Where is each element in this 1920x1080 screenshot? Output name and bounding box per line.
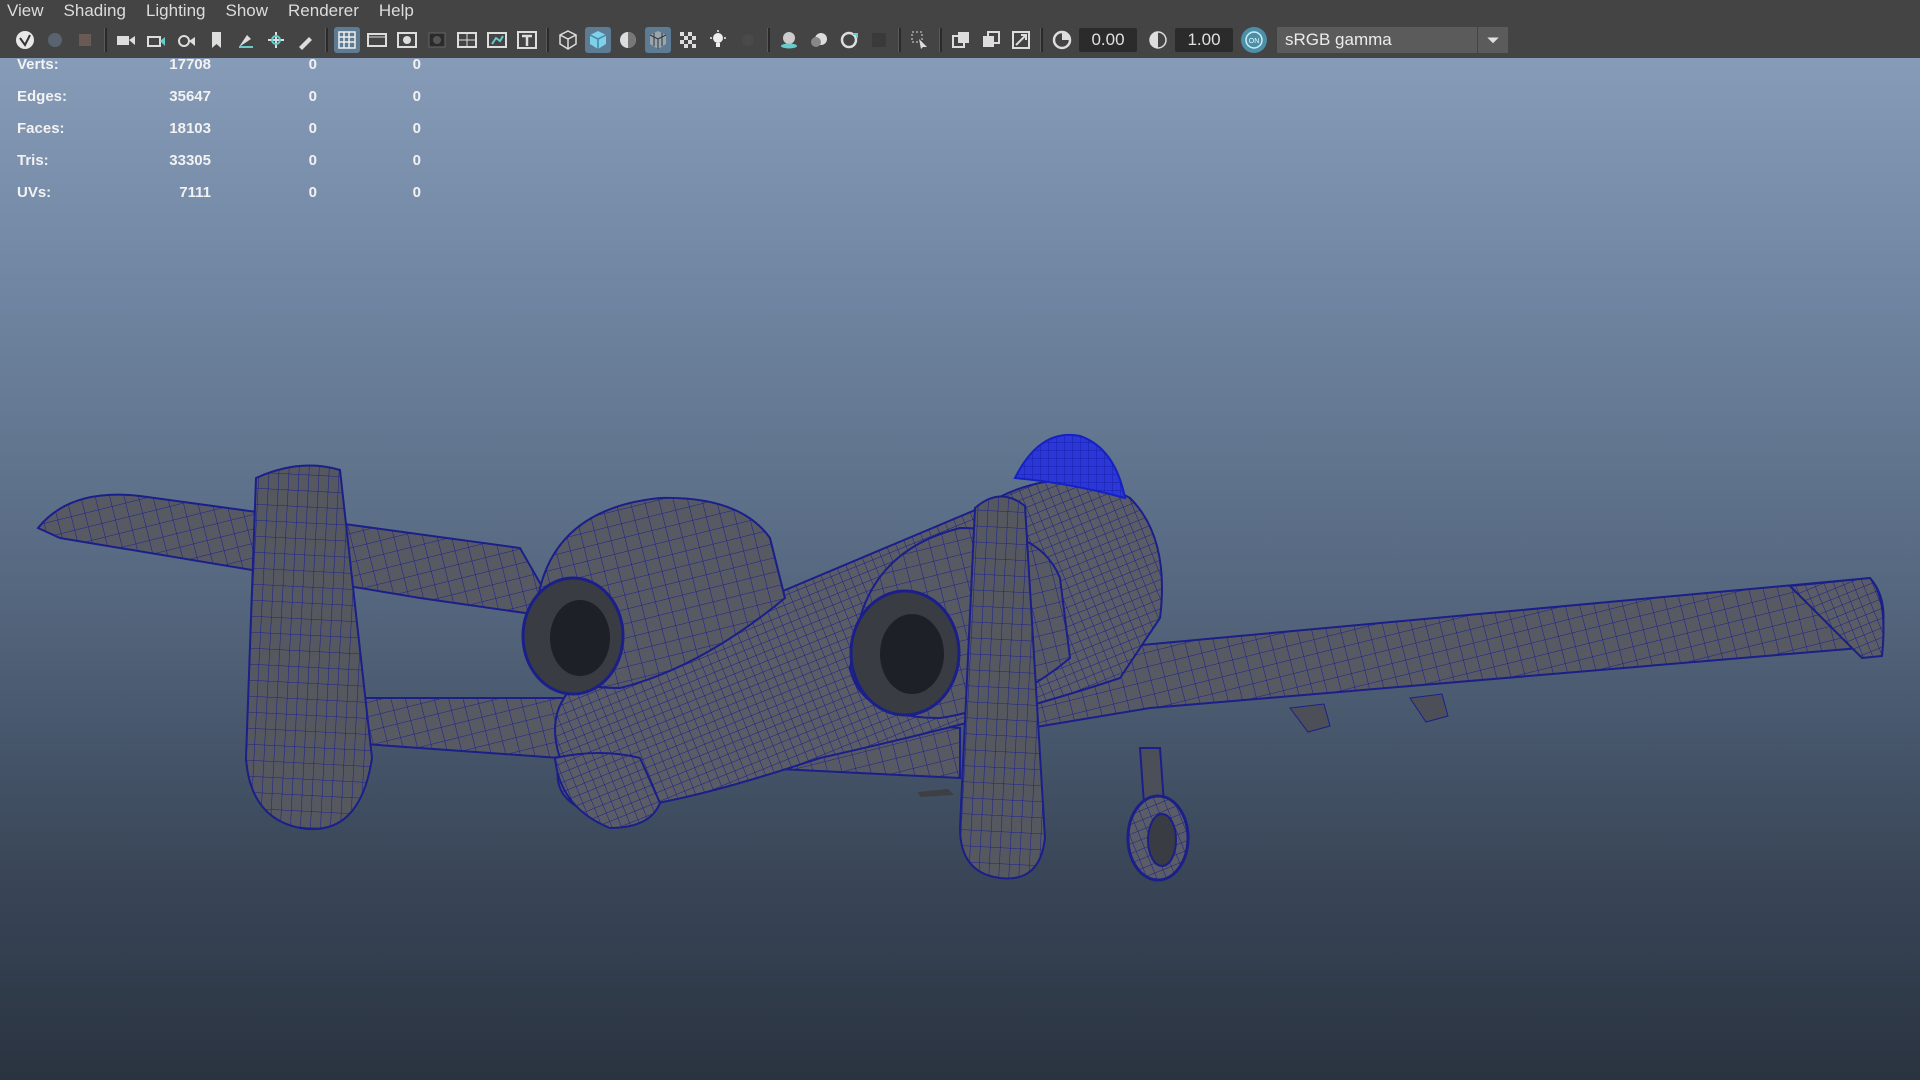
- lights-icon[interactable]: [705, 27, 731, 53]
- xray-active-icon[interactable]: [978, 27, 1004, 53]
- camera-lock-icon[interactable]: [173, 27, 199, 53]
- motion-blur-icon[interactable]: [806, 27, 832, 53]
- camera-icon[interactable]: [143, 27, 169, 53]
- safe-action-icon[interactable]: [484, 27, 510, 53]
- toolbar-separator: [546, 28, 549, 52]
- safe-title-icon[interactable]: [514, 27, 540, 53]
- bookmark-icon[interactable]: [72, 27, 98, 53]
- chevron-down-icon[interactable]: [1477, 27, 1508, 53]
- svg-text:ON: ON: [1249, 38, 1260, 45]
- gate-mask-icon[interactable]: [424, 27, 450, 53]
- toolbar-separator: [104, 28, 107, 52]
- exposure-icon[interactable]: [1049, 27, 1075, 53]
- menu-view[interactable]: View: [0, 1, 57, 21]
- ambient-occlusion-icon[interactable]: [776, 27, 802, 53]
- toolbar-separator: [767, 28, 770, 52]
- xray-joints-icon[interactable]: [948, 27, 974, 53]
- image-plane-icon[interactable]: [113, 27, 139, 53]
- menu-help[interactable]: Help: [372, 1, 427, 21]
- field-chart-icon[interactable]: [454, 27, 480, 53]
- resolution-gate-icon[interactable]: [394, 27, 420, 53]
- depth-of-field-icon[interactable]: [866, 27, 892, 53]
- menu-lighting[interactable]: Lighting: [139, 1, 219, 21]
- left-vertical-tail: [244, 464, 374, 831]
- menu-renderer[interactable]: Renderer: [281, 1, 372, 21]
- grid-icon[interactable]: [334, 27, 360, 53]
- toolbar-separator: [1040, 28, 1043, 52]
- exposure-field[interactable]: 0.00: [1079, 28, 1137, 52]
- antialias-icon[interactable]: [836, 27, 862, 53]
- smooth-shade-icon[interactable]: [585, 27, 611, 53]
- select-camera-icon[interactable]: [12, 27, 38, 53]
- grease-pencil-icon[interactable]: [233, 27, 259, 53]
- backface-icon[interactable]: [1008, 27, 1034, 53]
- bookmark-flag-icon[interactable]: [203, 27, 229, 53]
- aircraft-model[interactable]: [0, 58, 1920, 1080]
- move-pivot-icon[interactable]: [263, 27, 289, 53]
- xray-icon[interactable]: [675, 27, 701, 53]
- wireframe-on-shaded-icon[interactable]: [645, 27, 671, 53]
- wireframe-icon[interactable]: [555, 27, 581, 53]
- panel-toolbar: 0.00 1.00 ON sRGB gamma: [0, 22, 1920, 58]
- panel-menubar: View Shading Lighting Show Renderer Help: [0, 0, 1920, 22]
- menu-shading[interactable]: Shading: [57, 1, 139, 21]
- toolbar-separator: [898, 28, 901, 52]
- toolbar-separator: [939, 28, 942, 52]
- shadows-icon[interactable]: [735, 27, 761, 53]
- menu-show[interactable]: Show: [219, 1, 282, 21]
- color-space-dropdown[interactable]: sRGB gamma: [1277, 27, 1477, 53]
- isolate-select-icon[interactable]: [907, 27, 933, 53]
- textured-icon[interactable]: [615, 27, 641, 53]
- film-gate-icon[interactable]: [364, 27, 390, 53]
- toolbar-separator: [325, 28, 328, 52]
- camera-attr-icon[interactable]: [42, 27, 68, 53]
- 3d-viewport[interactable]: [0, 58, 1920, 1080]
- paint-icon[interactable]: [293, 27, 319, 53]
- color-management-icon[interactable]: ON: [1241, 27, 1267, 53]
- gamma-icon[interactable]: [1145, 27, 1171, 53]
- gamma-field[interactable]: 1.00: [1175, 28, 1233, 52]
